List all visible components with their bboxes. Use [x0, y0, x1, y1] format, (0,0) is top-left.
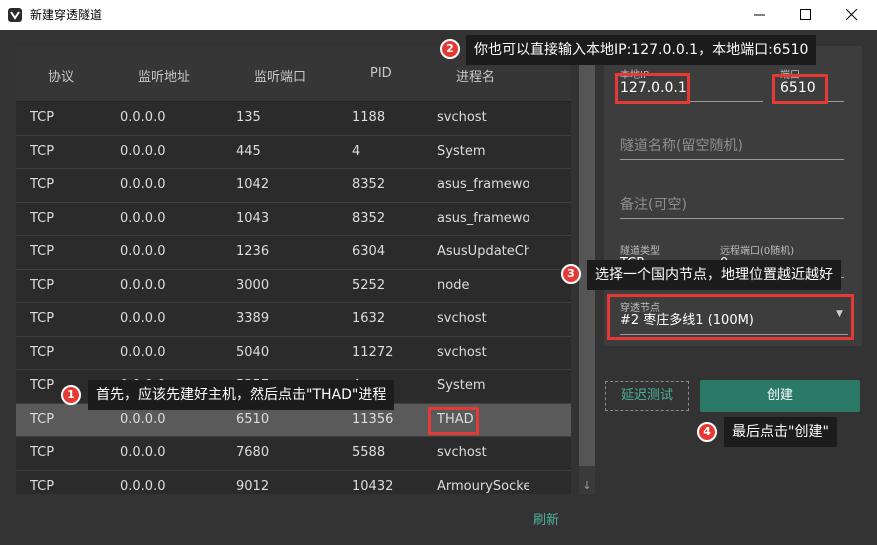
minimize-icon: [754, 14, 765, 16]
table-row[interactable]: TCP 0.0.0.0 135 1188 svchost: [16, 102, 571, 136]
protocol-cell: TCP: [30, 177, 55, 192]
process-name-cell: asus_framewor: [437, 210, 529, 226]
process-table: 协议 监听地址 监听端口 PID 进程名 TCP 0.0.0.0 135 1188 sv…: [16, 46, 571, 494]
pid-cell: 8352: [352, 177, 386, 192]
table-row[interactable]: TCP 0.0.0.0 9012 10432 ArmourySocke: [16, 470, 571, 494]
close-icon: [846, 9, 858, 21]
refresh-button[interactable]: 刷新: [533, 509, 559, 528]
close-button[interactable]: [829, 0, 875, 30]
listen-address-cell: 0.0.0.0: [120, 143, 166, 159]
column-header-process-name[interactable]: 进程名: [456, 66, 495, 85]
thad-highlight-box: [428, 407, 479, 435]
callout-step-4: 最后点击"创建": [724, 417, 837, 447]
process-name-cell: node: [437, 277, 470, 293]
column-header-protocol[interactable]: 协议: [48, 66, 74, 85]
process-name-cell: asus_framewor: [437, 177, 529, 192]
listen-port-cell: 3000: [236, 277, 270, 293]
listen-address-cell: 0.0.0.0: [120, 311, 166, 326]
app-icon: [7, 7, 23, 23]
listen-port-cell: 135: [236, 110, 261, 125]
protocol-cell: TCP: [30, 143, 55, 159]
pid-cell: 11272: [352, 344, 394, 360]
listen-port-cell: 1043: [236, 210, 270, 226]
process-name-cell: System: [437, 378, 486, 393]
table-row[interactable]: TCP 0.0.0.0 445 4 System: [16, 135, 571, 169]
pid-cell: 11356: [352, 411, 394, 427]
pid-cell: 1632: [352, 311, 386, 326]
listen-address-cell: 0.0.0.0: [120, 277, 166, 293]
listen-port-cell: 6510: [236, 411, 270, 427]
process-name-cell: svchost: [437, 344, 487, 360]
callout-step-2: 你也可以直接输入本地IP:127.0.0.1，本地端口:6510: [466, 35, 817, 65]
process-name-cell: svchost: [437, 311, 487, 326]
listen-address-cell: 0.0.0.0: [120, 411, 166, 427]
table-row[interactable]: TCP 0.0.0.0 1043 8352 asus_framewor: [16, 202, 571, 236]
maximize-icon: [800, 9, 811, 20]
table-row[interactable]: TCP 0.0.0.0 7680 5588 svchost: [16, 437, 571, 471]
pid-cell: 6304: [352, 244, 386, 259]
listen-port-cell: 7680: [236, 445, 270, 460]
process-name-cell: ArmourySocke: [437, 478, 529, 494]
protocol-cell: TCP: [30, 344, 55, 360]
step-1-badge: 1: [61, 385, 81, 405]
listen-address-cell: 0.0.0.0: [120, 210, 166, 226]
pid-cell: 1188: [352, 110, 386, 125]
column-header-listen-port[interactable]: 监听端口: [254, 66, 306, 85]
window-title: 新建穿透隧道: [30, 8, 103, 22]
step-4-badge: 4: [697, 422, 717, 442]
pid-cell: 4: [352, 143, 361, 159]
pid-cell: 8352: [352, 210, 386, 226]
table-row[interactable]: TCP 0.0.0.0 3000 5252 node: [16, 269, 571, 303]
listen-address-cell: 0.0.0.0: [120, 445, 166, 460]
maximize-button[interactable]: [783, 0, 829, 30]
listen-address-cell: 0.0.0.0: [120, 177, 166, 192]
step-2-badge: 2: [440, 39, 460, 59]
table-row[interactable]: TCP 0.0.0.0 5040 11272 svchost: [16, 336, 571, 370]
node-highlight-box: [607, 294, 854, 340]
process-name-cell: svchost: [437, 445, 487, 460]
protocol-cell: TCP: [30, 277, 55, 293]
table-body: TCP 0.0.0.0 135 1188 svchost TCP 0.0.0.0 445 4 Sy…: [16, 102, 571, 494]
scroll-down-arrow-icon[interactable]: ↓: [579, 478, 595, 494]
local-ip-highlight-box: [615, 73, 690, 104]
listen-port-cell: 1042: [236, 177, 270, 192]
listen-port-cell: 5040: [236, 344, 270, 360]
listen-port-cell: 9012: [236, 478, 270, 494]
column-header-listen-address[interactable]: 监听地址: [138, 66, 190, 85]
listen-port-cell: 1236: [236, 244, 270, 259]
process-name-cell: svchost: [437, 110, 487, 125]
listen-address-cell: 0.0.0.0: [120, 110, 166, 125]
latency-test-button[interactable]: 延迟测试: [605, 381, 689, 411]
protocol-cell: TCP: [30, 210, 55, 226]
listen-address-cell: 0.0.0.0: [120, 344, 166, 360]
listen-port-cell: 3389: [236, 311, 270, 326]
pid-cell: 5252: [352, 277, 386, 293]
callout-step-1: 首先，应该先建好主机，然后点击"THAD"进程: [88, 380, 395, 410]
minimize-button[interactable]: [737, 0, 783, 30]
protocol-cell: TCP: [30, 478, 55, 494]
table-row[interactable]: TCP 0.0.0.0 1042 8352 asus_framewor: [16, 169, 571, 203]
protocol-cell: TCP: [30, 244, 55, 259]
column-header-pid[interactable]: PID: [370, 66, 392, 81]
protocol-cell: TCP: [30, 110, 55, 125]
title-bar: 新建穿透隧道: [0, 0, 877, 30]
table-row[interactable]: TCP 0.0.0.0 1236 6304 AsusUpdateCh: [16, 236, 571, 270]
protocol-cell: TCP: [30, 445, 55, 460]
listen-port-cell: 445: [236, 143, 261, 159]
port-highlight-box: [772, 74, 828, 104]
listen-address-cell: 0.0.0.0: [120, 244, 166, 259]
step-3-badge: 3: [561, 264, 581, 284]
pid-cell: 5588: [352, 445, 386, 460]
protocol-cell: TCP: [30, 311, 55, 326]
callout-step-3: 选择一个国内节点，地理位置越近越好: [587, 260, 841, 290]
table-row[interactable]: TCP 0.0.0.0 3389 1632 svchost: [16, 303, 571, 337]
listen-address-cell: 0.0.0.0: [120, 478, 166, 494]
pid-cell: 10432: [352, 478, 394, 494]
tunnel-name-input[interactable]: 隧道名称(留空随机): [620, 134, 844, 160]
create-button[interactable]: 创建: [700, 380, 860, 412]
remark-input[interactable]: 备注(可空): [620, 193, 844, 219]
protocol-cell: TCP: [30, 411, 55, 427]
process-name-cell: System: [437, 143, 486, 159]
process-name-cell: AsusUpdateCh: [437, 244, 529, 259]
